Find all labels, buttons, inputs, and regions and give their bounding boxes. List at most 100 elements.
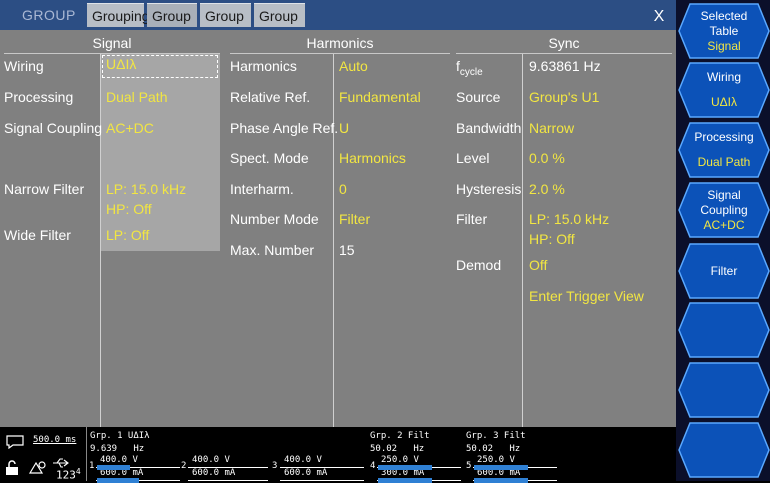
softkey-title: Wiring: [706, 70, 741, 84]
softkey-empty[interactable]: [678, 362, 770, 418]
wiring-label: Wiring: [4, 58, 44, 74]
group-3-freq: 50.02 Hz: [466, 444, 520, 454]
close-button[interactable]: X: [644, 6, 674, 28]
channel-number: 4: [370, 461, 376, 471]
softkey-sub: UΔIλ: [710, 95, 737, 109]
column-divider: [100, 54, 101, 427]
softkey-text: Selected Table Signal: [678, 3, 770, 59]
softkey-processing[interactable]: Processing Dual Path: [678, 122, 770, 178]
current-range-frame: [188, 469, 268, 481]
softkey-sub: Dual Path: [697, 155, 751, 169]
wide-filter-value[interactable]: LP: Off: [106, 227, 149, 243]
channel-number: 1: [89, 461, 95, 471]
processing-label: Processing: [4, 89, 74, 105]
status-bar: 500.0 ms 1234 Grp. 1 UΔIλ 9.639 Hz Grp. …: [0, 427, 676, 483]
channel-number: 2: [181, 461, 187, 471]
group-3-name: Grp. 3 Filt: [466, 431, 526, 441]
fcycle-label-sub: cycle: [459, 66, 483, 78]
narrow-filter-label: Narrow Filter: [4, 181, 85, 197]
level-label: Level: [456, 150, 490, 166]
tab-group-3[interactable]: Group 3: [254, 3, 305, 48]
softkey-empty[interactable]: [678, 422, 770, 478]
softkey-frame: [678, 422, 770, 478]
status-divider: [86, 427, 87, 481]
harmonics-label: Harmonics: [230, 58, 297, 74]
channel-number: 3: [272, 461, 278, 471]
interharm-label: Interharm.: [230, 181, 294, 197]
softkey-frame: [678, 302, 770, 358]
section-header-signal: Signal: [4, 35, 220, 54]
fcycle-value: 9.63861 Hz: [529, 58, 601, 74]
group-freq-unit: Hz: [413, 444, 425, 454]
tab-grouping[interactable]: Grouping: [87, 3, 150, 27]
softkey-wiring[interactable]: Wiring UΔIλ: [678, 62, 770, 118]
softkey-sub: Signal: [707, 38, 741, 53]
max-number-label: Max. Number: [230, 242, 315, 258]
voltage-range-frame: [280, 456, 364, 468]
spect-mode-value[interactable]: Harmonics: [339, 150, 406, 166]
softkey-signal-coupling[interactable]: Signal Coupling AC+DC: [678, 182, 770, 238]
softkey-text: Filter: [678, 243, 770, 299]
wiring-value[interactable]: UΔIλ: [106, 56, 136, 72]
column-divider: [522, 54, 523, 427]
processing-value[interactable]: Dual Path: [106, 89, 167, 105]
max-number-value: 15: [339, 242, 355, 258]
hysteresis-label: Hysteresis: [456, 181, 522, 197]
current-range-frame: [280, 469, 364, 481]
relative-ref-value[interactable]: Fundamental: [339, 89, 421, 105]
softkey-empty[interactable]: [678, 302, 770, 358]
group-freq-value: 50.02: [370, 444, 398, 454]
group-freq-value: 9.639: [90, 444, 118, 454]
softkey-text: Processing Dual Path: [678, 122, 770, 178]
counter-digits: 123: [56, 468, 76, 482]
source-label: Source: [456, 89, 501, 105]
sync-filter-label: Filter: [456, 211, 488, 227]
counter-sup: 4: [75, 467, 81, 476]
sync-filter-hp-value[interactable]: HP: Off: [529, 231, 575, 247]
hysteresis-value[interactable]: 2.0 %: [529, 181, 565, 197]
voltage-range-frame: [188, 456, 268, 468]
phase-angle-ref-value[interactable]: U: [339, 120, 349, 136]
softkey-selected-table[interactable]: Selected Table Signal: [678, 3, 770, 59]
tab-group-2[interactable]: Group 2: [200, 3, 251, 48]
level-value[interactable]: 0.0 %: [529, 150, 565, 166]
source-value[interactable]: Group's U1: [529, 89, 599, 105]
harmonics-value[interactable]: Auto: [339, 58, 368, 74]
sync-filter-lp-value[interactable]: LP: 15.0 kHz: [529, 211, 609, 227]
settings-panel: Signal Harmonics Sync Wiring UΔIλ Proces…: [0, 30, 676, 427]
enter-trigger-view-link[interactable]: Enter Trigger View: [529, 288, 644, 304]
wide-filter-label: Wide Filter: [4, 227, 71, 243]
unlock-icon: [6, 460, 18, 475]
group-1-name: Grp. 1 UΔIλ: [90, 431, 150, 441]
title-bar: GROUP Grouping Group 1 Group 2 Group 3 X: [0, 0, 676, 48]
softkey-sub: AC+DC: [703, 217, 745, 232]
group-2-freq: 50.02 Hz: [370, 444, 424, 454]
narrow-filter-lp-value[interactable]: LP: 15.0 kHz: [106, 181, 186, 197]
tab-group-1[interactable]: Group 1: [147, 3, 197, 48]
section-header-sync: Sync: [456, 35, 672, 54]
softkey-filter[interactable]: Filter: [678, 243, 770, 299]
number-mode-value[interactable]: Filter: [339, 211, 370, 227]
group-freq-unit: Hz: [133, 444, 145, 454]
narrow-filter-hp-value[interactable]: HP: Off: [106, 201, 152, 217]
bandwidth-label: Bandwidth: [456, 120, 522, 136]
cycle-time: 500.0 ms: [33, 435, 77, 445]
softkey-frame: [678, 362, 770, 418]
softkey-title: Signal Coupling: [700, 187, 748, 217]
demod-label: Demod: [456, 257, 502, 273]
selected-column-highlight: [101, 53, 220, 251]
softkey-text: Wiring UΔIλ: [678, 62, 770, 118]
signal-coupling-label: Signal Coupling: [4, 120, 103, 136]
interharm-value[interactable]: 0: [339, 181, 347, 197]
bandwidth-value[interactable]: Narrow: [529, 120, 574, 136]
column-divider: [333, 54, 334, 427]
sensor-icon: [28, 461, 46, 474]
spect-mode-label: Spect. Mode: [230, 150, 309, 166]
phase-angle-ref-label: Phase Angle Ref.: [230, 120, 339, 136]
fcycle-label: fcycle: [456, 58, 483, 78]
softkey-text: Signal Coupling AC+DC: [678, 182, 770, 238]
group-freq-value: 50.02: [466, 444, 494, 454]
signal-coupling-value[interactable]: AC+DC: [106, 120, 154, 136]
softkey-title: Processing: [694, 130, 754, 144]
demod-value[interactable]: Off: [529, 257, 547, 273]
